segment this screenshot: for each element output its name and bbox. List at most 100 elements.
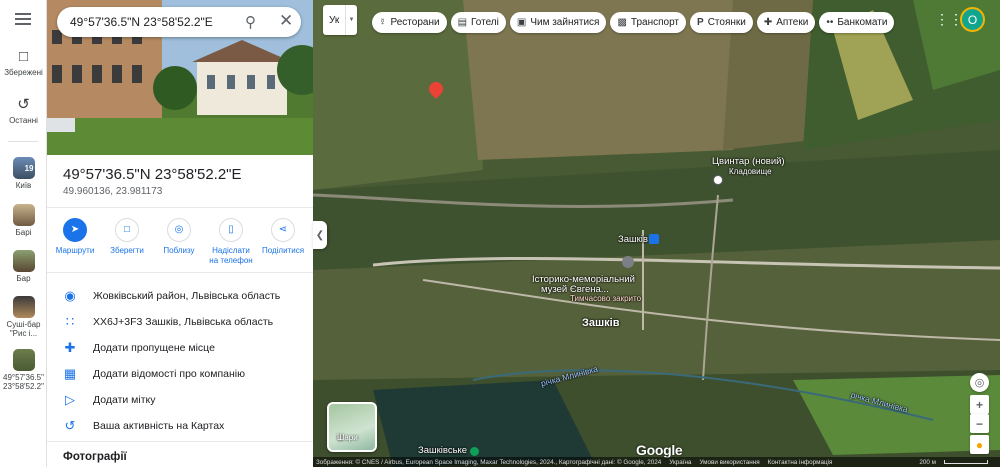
chip-restaurants[interactable]: ☿ Ресторани [372,12,447,33]
menu-button[interactable] [15,13,31,25]
avatar[interactable]: О [960,7,985,32]
nearby-icon: ◎ [167,218,191,242]
directions-button[interactable]: ➤ Маршрути [51,214,99,270]
history-icon: ↺ [17,96,30,113]
search-input[interactable]: 49°57'36.5"N 23°58'52.2"E [70,15,213,29]
plus-code-icon: ∷ [65,314,75,329]
chip-label: Ресторани [390,17,440,28]
layers-text: Шари [337,433,358,442]
send-to-phone-button[interactable]: ▯ Надіслати на телефон [207,214,255,270]
recent-place-coordinates[interactable]: 49°57'36.5" 23°58'52.2" [0,349,47,391]
action-buttons: ➤ Маршрути □ Зберегти ◎ Поблизу ▯ Надісл… [47,214,313,270]
add-business-text: Додати відомості про компанію [93,368,245,380]
directions-icon: ➤ [63,218,87,242]
plus-code-text: XX6J+3F3 Зашків, Львівська область [93,316,274,328]
search-icon[interactable]: ⚲ [245,13,256,31]
camera-icon: ▣ [516,17,527,28]
add-business-icon: ▦ [63,366,77,381]
village-label[interactable]: Зашків [582,318,620,329]
zoom-out-button[interactable]: − [970,414,989,433]
nearby-button[interactable]: ◎ Поблизу [155,214,203,270]
recent-place-label: Барі [15,228,32,237]
my-location-button[interactable]: ◎ [970,373,989,392]
maps-activity-text: Ваша активність на Картах [93,420,225,432]
recent-label: Останні [9,116,38,125]
recent-place-bar[interactable]: Бар [0,250,47,283]
plus-code-row[interactable]: ∷ XX6J+3F3 Зашків, Львівська область [47,309,313,335]
recent-button[interactable]: ↺ Останні [0,96,47,125]
photos-heading: Фотографії [63,451,127,463]
scale-label[interactable]: 200 м [919,459,936,466]
search-box[interactable]: 49°57'36.5"N 23°58'52.2"E ⚲ ✕ [57,7,301,37]
recent-place-label: 49°57'36.5" 23°58'52.2" [3,373,44,391]
hotel-icon: ▤ [457,17,468,28]
left-rail: □ Збережені ↺ Останні 19 Київ Барі Бар С… [0,0,47,467]
add-missing-place-text: Додати пропущене місце [93,342,215,354]
add-label-row[interactable]: ▷ Додати мітку [47,387,313,413]
recent-place-kyiv[interactable]: 19 Київ [0,157,47,190]
feedback-link[interactable]: Контактна інформація [768,459,833,466]
chip-pharmacies[interactable]: ✚ Аптеки [756,12,816,33]
pegman-icon: ● [975,437,984,452]
pegman-button[interactable]: ● [970,435,989,454]
chip-label: Транспорт [630,17,680,28]
station-label[interactable]: Зашківське [418,446,467,456]
nearby-label: Поблизу [163,246,195,255]
cemetery-label[interactable]: Цвинтар (новий) [712,157,785,167]
recent-place-bari[interactable]: Барі [0,204,47,237]
place-title: 49°57'36.5"N 23°58'52.2"E [63,166,242,183]
add-missing-place-row[interactable]: ✚ Додати пропущене місце [47,335,313,361]
country-link[interactable]: Україна [669,459,691,466]
chip-hotels[interactable]: ▤ Готелі [450,12,506,33]
save-button[interactable]: □ Зберегти [103,214,151,270]
museum-icon[interactable] [622,256,634,268]
plus-icon: + [975,397,983,412]
collapse-panel-button[interactable]: ❮ [313,221,327,249]
chip-parking[interactable]: P Стоянки [690,12,753,33]
language-value: Ук [329,14,340,26]
decimal-coordinates: 49.960136, 23.981173 [63,186,163,197]
send-to-phone-label: Надіслати на телефон [209,246,253,265]
bookmark-icon: □ [115,218,139,242]
location-pin-icon: ◉ [64,288,76,303]
recent-place-label: Бар [16,274,31,283]
place-count-badge: 19 [24,164,34,173]
chip-transit[interactable]: ▩ Транспорт [610,12,687,33]
parking-icon: P [697,17,704,28]
category-chips: ☿ Ресторани ▤ Готелі ▣ Чим зайнятися ▩ Транс… [372,12,895,33]
divider [47,441,313,442]
pharmacy-icon: ✚ [763,17,773,28]
address-row[interactable]: ◉ Жовківський район, Львівська область [47,283,313,309]
avatar-letter: О [967,12,978,27]
share-icon: ⋖ [271,218,295,242]
chip-label: Стоянки [707,17,746,28]
recent-place-label: Київ [15,181,32,190]
chip-things-to-do[interactable]: ▣ Чим зайнятися [509,12,607,33]
layers-button[interactable]: ◈ Шари [327,402,377,452]
maps-activity-row[interactable]: ↺ Ваша активність на Картах [47,413,313,439]
chip-atms[interactable]: •• Банкомати [819,12,895,33]
add-business-row[interactable]: ▦ Додати відомості про компанію [47,361,313,387]
close-icon[interactable]: ✕ [279,11,293,31]
share-button[interactable]: ⋖ Поділитися [259,214,307,270]
bus-stop-label[interactable]: Зашків [618,235,648,245]
recent-place-sushi-bar[interactable]: Суші-бар "Рис і... [0,296,47,338]
history-icon: ↺ [64,418,76,433]
terms-link[interactable]: Умови використання [699,459,759,466]
place-thumbnail [12,296,35,318]
cemetery-icon[interactable] [713,175,723,185]
minus-icon: − [975,416,983,431]
language-select[interactable]: Ук ▼ [323,5,357,35]
send-to-phone-icon: ▯ [219,218,243,242]
bus-stop-icon[interactable] [649,234,659,244]
google-logo: Google [636,442,683,458]
save-label: Зберегти [110,246,144,255]
station-icon[interactable] [470,447,479,456]
zoom-in-button[interactable]: + [970,395,989,414]
divider [47,272,313,273]
hamburger-icon [15,13,31,25]
rail-divider [8,141,38,142]
saved-button[interactable]: □ Збережені [0,48,47,77]
restaurant-icon: ☿ [379,17,387,28]
saved-label: Збережені [4,68,43,77]
